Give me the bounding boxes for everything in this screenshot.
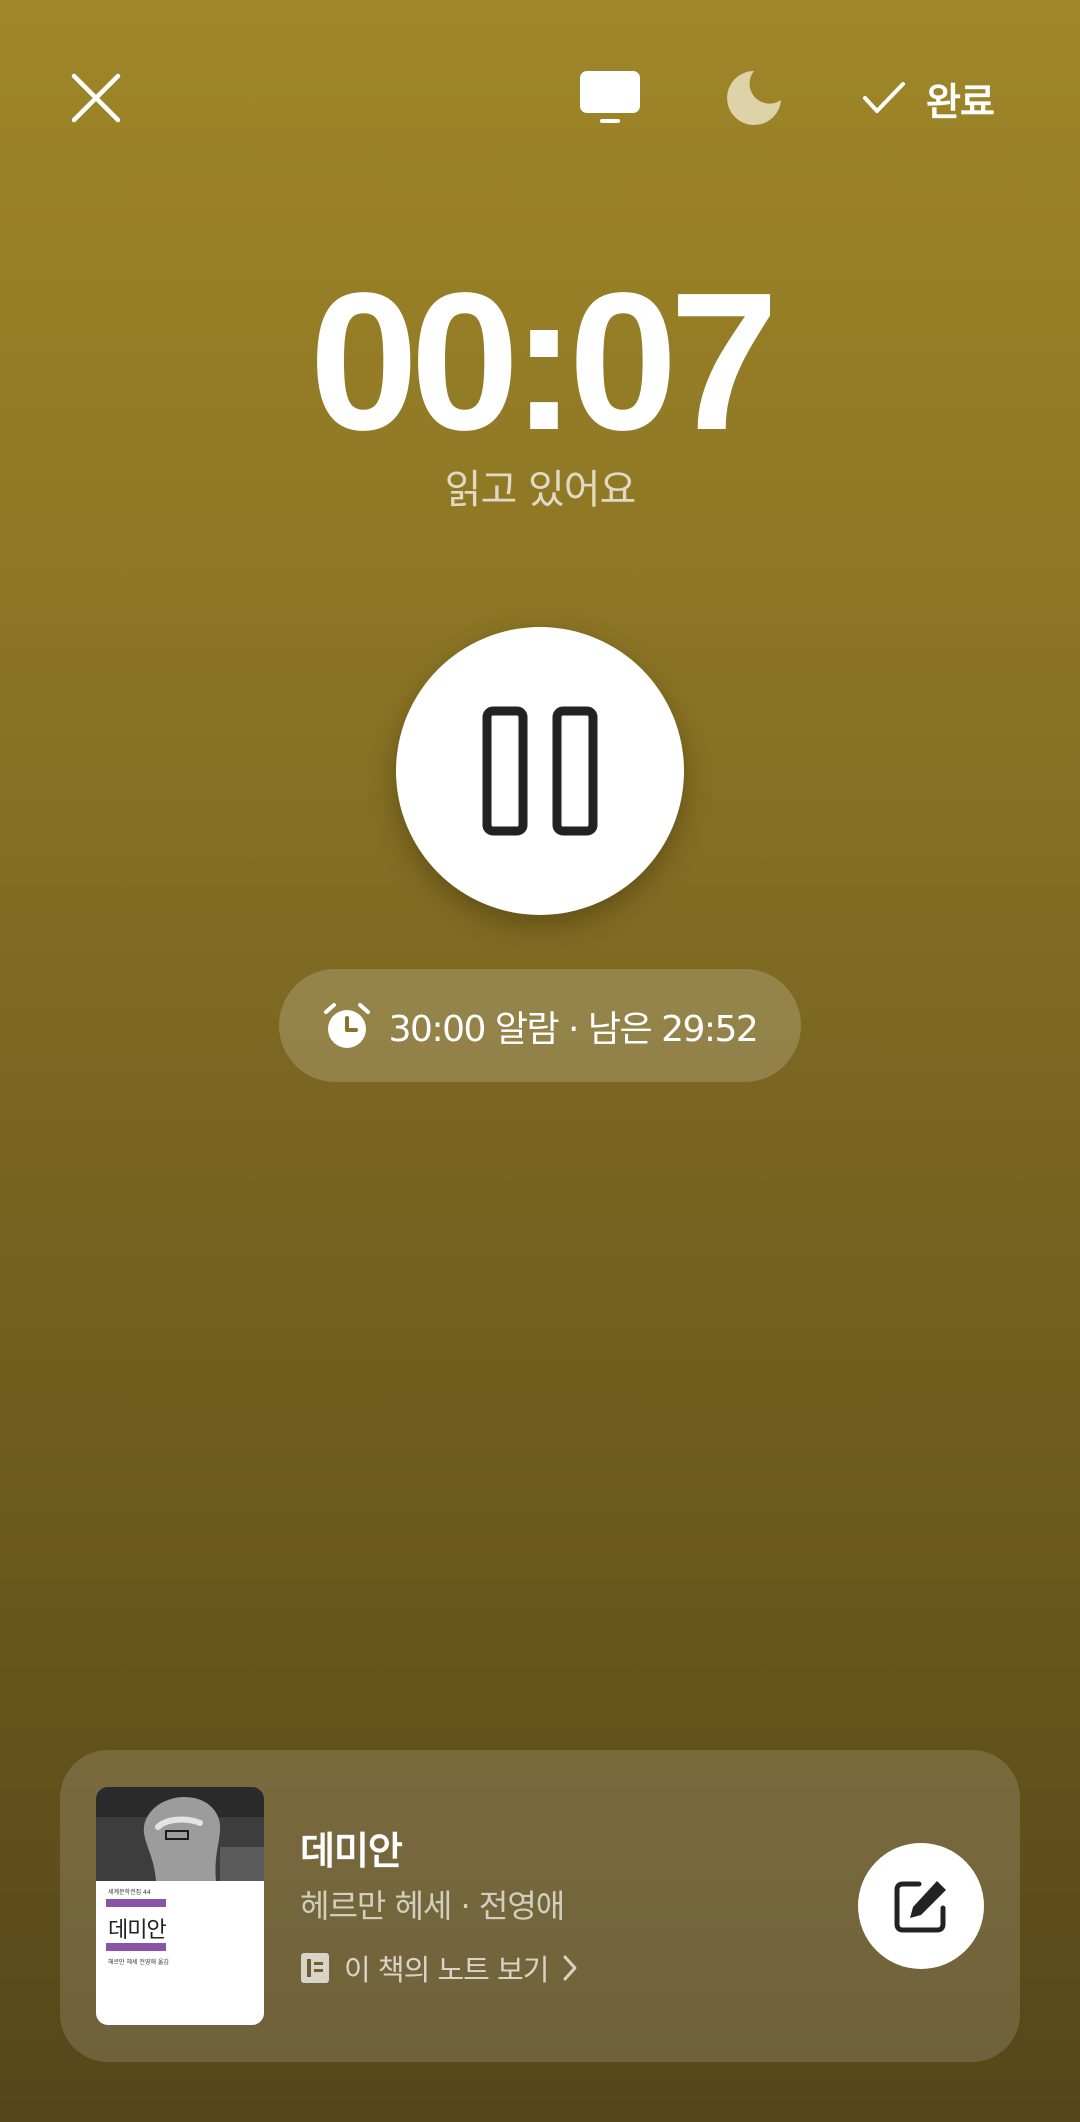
monitor-icon — [580, 71, 640, 123]
cover-portrait-image — [96, 1787, 264, 1881]
write-note-button[interactable] — [858, 1843, 984, 1969]
screen-mode-button[interactable] — [572, 62, 648, 134]
alarm-text: 30:00 알람 · 남은 29:52 — [388, 1008, 759, 1050]
view-book-notes-link[interactable]: 이 책의 노트 보기 — [300, 1944, 578, 1992]
night-mode-button[interactable] — [716, 60, 792, 136]
pause-icon — [482, 706, 598, 836]
pause-button[interactable] — [396, 627, 684, 915]
done-button[interactable]: 완료 — [862, 68, 995, 128]
cover-title: 데미안 — [108, 1918, 167, 1943]
moon-icon — [727, 71, 781, 125]
current-book-card: 세계문학전집 44 데미안 헤르만 헤세 전영애 옮김 데미안 헤르만 헤세 ·… — [60, 1750, 1020, 2062]
cover-band — [106, 1943, 166, 1951]
done-label: 완료 — [926, 79, 995, 124]
chevron-right-icon — [563, 1955, 577, 1981]
note-link-label: 이 책의 노트 보기 — [344, 1953, 549, 1987]
note-icon — [301, 1953, 329, 1983]
reading-status: 읽고 있어요 — [444, 467, 637, 513]
cover-series-label: 세계문학전집 44 — [108, 1889, 151, 1896]
alarm-status-pill[interactable]: 30:00 알람 · 남은 29:52 — [279, 969, 801, 1082]
cover-author: 헤르만 헤세 전영애 옮김 — [108, 1959, 169, 1966]
book-title: 데미안 — [300, 1829, 403, 1873]
check-icon — [863, 82, 905, 113]
edit-note-icon — [894, 1881, 946, 1933]
top-toolbar: 완료 — [0, 0, 1080, 196]
cover-band — [106, 1899, 166, 1907]
close-icon — [71, 73, 121, 123]
book-author: 헤르만 헤세 · 전영애 — [300, 1887, 565, 1925]
book-cover[interactable]: 세계문학전집 44 데미안 헤르만 헤세 전영애 옮김 — [96, 1787, 264, 2025]
close-button[interactable] — [60, 62, 132, 134]
alarm-clock-icon — [323, 1002, 370, 1048]
elapsed-timer: 00:07 — [309, 252, 778, 471]
